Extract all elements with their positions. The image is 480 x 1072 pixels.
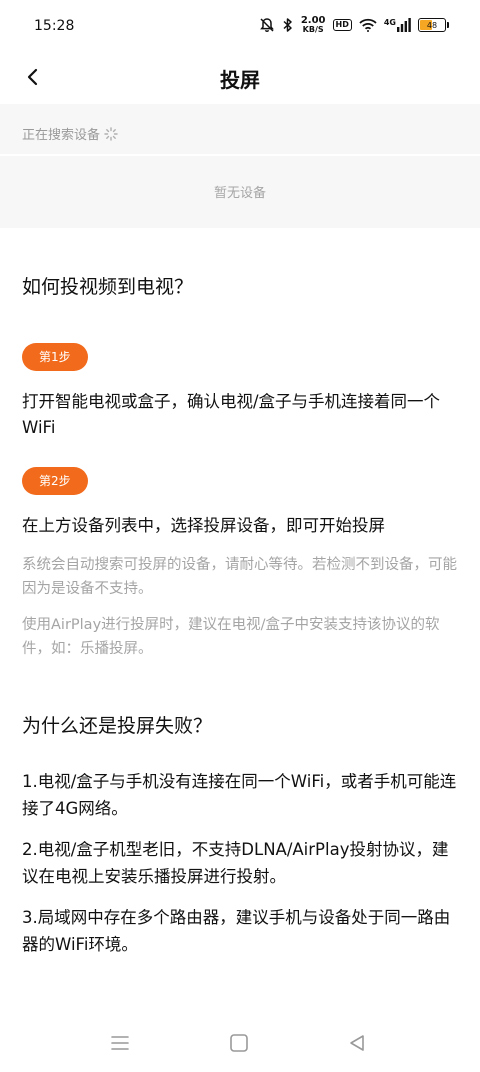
bluetooth-icon (283, 18, 292, 32)
step-badge: 第2步 (22, 467, 88, 495)
loading-spinner-icon (104, 126, 118, 141)
home-button[interactable] (228, 1032, 250, 1054)
faq-heading: 为什么还是投屏失败？ (22, 715, 213, 737)
mute-bell-icon (259, 18, 274, 32)
help-content: 如何投视频到电视？ 第1步 打开智能电视或盒子，确认电视/盒子与手机连接着同一个… (22, 272, 462, 958)
step-2: 第2步 在上方设备列表中，选择投屏设备，即可开始投屏 (22, 467, 462, 539)
hd-badge: HD (332, 19, 352, 31)
wifi-icon (359, 18, 377, 32)
step-1: 第1步 打开智能电视或盒子，确认电视/盒子与手机连接着同一个WiFi (22, 343, 462, 441)
step-text: 在上方设备列表中，选择投屏设备，即可开始投屏 (22, 516, 385, 535)
battery-level: 48 (426, 20, 438, 30)
back-triangle-icon (350, 1035, 364, 1051)
title-bar: 投屏 (0, 52, 480, 102)
battery-icon: 48 (418, 18, 449, 32)
howto-heading: 如何投视频到电视？ (22, 276, 194, 298)
empty-devices-text: 暂无设备 (213, 186, 266, 201)
status-bar: 15:28 2.00 KB/S HD 4G 48 (0, 0, 480, 52)
signal-icon (397, 18, 411, 32)
system-nav-bar (0, 1020, 480, 1072)
network-speed: 2.00 KB/S (301, 16, 326, 34)
menu-button[interactable] (109, 1032, 131, 1054)
cell-signal: 4G (384, 18, 411, 32)
nav-back-button[interactable] (346, 1032, 368, 1054)
home-icon (230, 1034, 248, 1052)
status-time: 15:28 (34, 18, 75, 34)
page-title: 投屏 (220, 68, 260, 92)
note-text: 系统会自动搜索可投屏的设备，请耐心等待。若检测不到设备，可能因为是设备不支持。 (22, 557, 457, 597)
note-text: 使用AirPlay进行投屏时，建议在电视/盒子中安装支持该协议的软件，如：乐播投… (22, 617, 440, 657)
step-text: 打开智能电视或盒子，确认电视/盒子与手机连接着同一个WiFi (22, 392, 441, 437)
status-icons: 2.00 KB/S HD 4G 48 (259, 14, 449, 36)
searching-text: 正在搜索设备 (22, 128, 101, 143)
faq-item: 1.电视/盒子与手机没有连接在同一个WiFi，或者手机可能连接了4G网络。 (22, 772, 457, 818)
network-speed-unit: KB/S (302, 25, 324, 34)
divider (0, 154, 480, 156)
menu-icon (111, 1036, 129, 1050)
searching-status: 正在搜索设备 (22, 124, 118, 143)
faq-item: 3.局域网中存在多个路由器，建议手机与设备处于同一路由器的WiFi环境。 (22, 908, 451, 954)
faq-item: 2.电视/盒子机型老旧，不支持DLNA/AirPlay投射协议，建议在电视上安装… (22, 840, 449, 886)
step-badge: 第1步 (22, 343, 88, 371)
device-list-panel: 正在搜索设备 暂无设备 (0, 104, 480, 228)
signal-type: 4G (383, 18, 396, 27)
